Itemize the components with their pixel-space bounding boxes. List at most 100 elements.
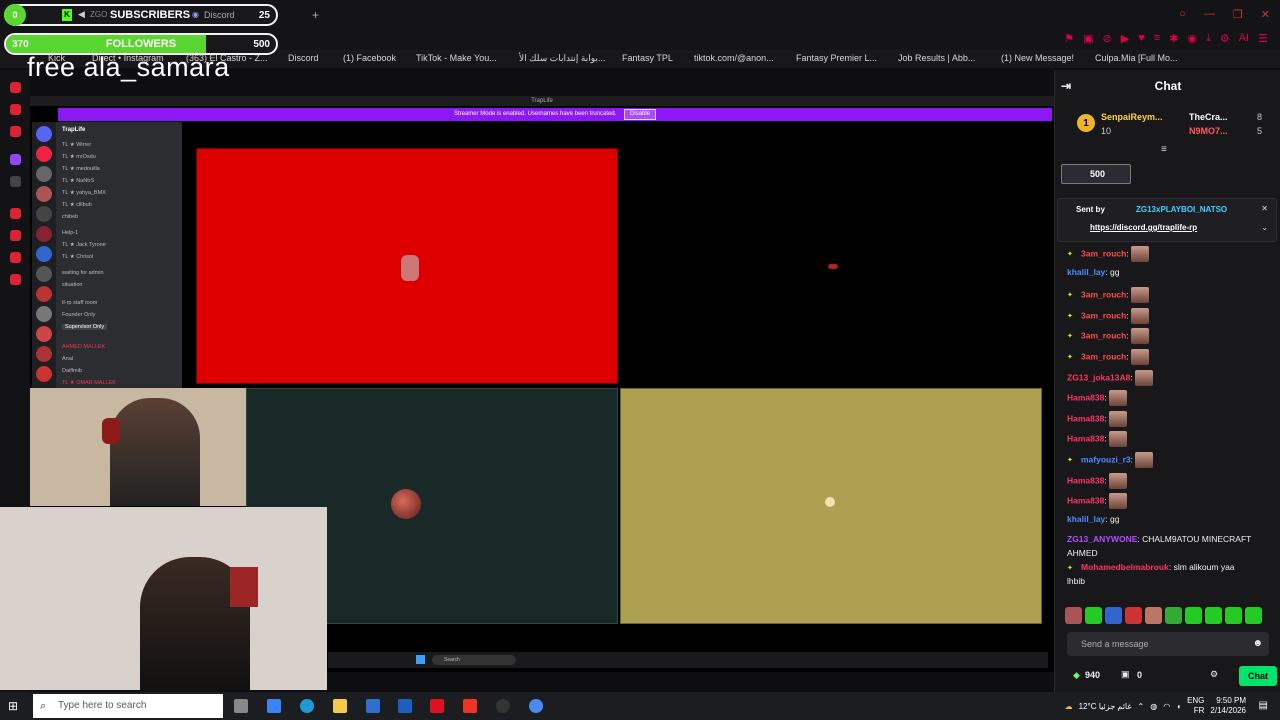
- channel-item[interactable]: Help-1: [62, 230, 78, 236]
- language-indicator[interactable]: ENG FR: [1187, 696, 1204, 716]
- member-item[interactable]: Daiflmib: [62, 368, 82, 374]
- clock[interactable]: 9:50 PM 2/14/2026: [1210, 696, 1246, 716]
- server-avatar[interactable]: [36, 166, 52, 182]
- chat-username[interactable]: khalil_lay: [1067, 267, 1105, 277]
- emote-icon[interactable]: [1065, 607, 1082, 624]
- obs-icon[interactable]: [496, 699, 510, 713]
- member-item[interactable]: AHMED MALLEK: [62, 344, 105, 350]
- x-icon[interactable]: [10, 176, 21, 187]
- leader-name[interactable]: TheCra...: [1189, 112, 1228, 122]
- filter-icon[interactable]: ≡: [1161, 144, 1167, 155]
- bookmark-item[interactable]: Job Results | Abb...: [898, 53, 975, 63]
- profile-icon[interactable]: ◉: [1187, 32, 1197, 45]
- points-count[interactable]: 940: [1085, 670, 1100, 680]
- chat-username[interactable]: Hama838: [1067, 434, 1104, 444]
- chat-username[interactable]: 3am_rouch: [1081, 351, 1126, 361]
- tray-chevron-icon[interactable]: ⌃: [1138, 702, 1145, 711]
- channel-item[interactable]: chibeb: [62, 214, 78, 220]
- channel-item[interactable]: situation: [62, 282, 83, 288]
- channel-item[interactable]: TL ★ Chrisol: [62, 254, 93, 260]
- disable-button[interactable]: Disable: [624, 109, 657, 120]
- history-icon[interactable]: [10, 208, 21, 219]
- weather-text[interactable]: 12°C غائم جزئيا: [1079, 702, 1132, 711]
- chat-username[interactable]: 3am_rouch: [1081, 248, 1126, 258]
- server-avatar[interactable]: [36, 226, 52, 242]
- channel-item[interactable]: TL ★ mrOsdu: [62, 154, 96, 160]
- close-window-icon[interactable]: ✕: [1261, 8, 1270, 21]
- chrome-icon[interactable]: [529, 699, 543, 713]
- chat-username[interactable]: 3am_rouch: [1081, 310, 1126, 320]
- wallet-icon[interactable]: [10, 252, 21, 263]
- restore-icon[interactable]: ❐: [1233, 8, 1243, 21]
- network-icon[interactable]: ◍: [1150, 702, 1157, 711]
- server-avatar[interactable]: [36, 326, 52, 342]
- app-icon[interactable]: [430, 699, 444, 713]
- unpin-icon[interactable]: ✕: [1261, 204, 1268, 213]
- bookmark-item[interactable]: Fantasy TPL: [622, 53, 673, 63]
- menu-icon[interactable]: ≡: [1154, 32, 1160, 45]
- server-avatar[interactable]: [36, 246, 52, 262]
- emote-icon[interactable]: [1205, 607, 1222, 624]
- heart-icon[interactable]: ♥: [1138, 32, 1145, 45]
- channel-item[interactable]: TL ★ Wirrer: [62, 142, 91, 148]
- server-avatar[interactable]: [36, 306, 52, 322]
- server-avatar[interactable]: [36, 366, 52, 382]
- chat-username[interactable]: Hama838: [1067, 475, 1104, 485]
- emote-icon[interactable]: [1245, 607, 1262, 624]
- channel-item[interactable]: TL ★ medouilla: [62, 166, 100, 172]
- store-icon[interactable]: [366, 699, 380, 713]
- settings-icon[interactable]: ⚙: [1220, 32, 1230, 45]
- taskbar-search[interactable]: ⌕ Type here to search: [33, 694, 223, 718]
- chat-username[interactable]: Hama838: [1067, 392, 1104, 402]
- server-avatar[interactable]: [36, 206, 52, 222]
- leader-name[interactable]: SenpaiReym...: [1101, 112, 1163, 122]
- screenshot-icon[interactable]: ▣: [1083, 32, 1093, 45]
- pinned-link[interactable]: https://discord.gg/traplife-rp: [1090, 223, 1197, 232]
- emote-icon[interactable]: [1225, 607, 1242, 624]
- gift-pill[interactable]: 500: [1061, 164, 1131, 184]
- bookmark-item[interactable]: TikTok - Make You...: [416, 53, 497, 63]
- server-avatar[interactable]: [36, 266, 52, 282]
- server-avatar[interactable]: [36, 186, 52, 202]
- chat-username[interactable]: 3am_rouch: [1081, 289, 1126, 299]
- chat-send-button[interactable]: Chat: [1239, 666, 1277, 686]
- chat-username[interactable]: khalil_lay: [1067, 514, 1105, 524]
- edge-icon[interactable]: [300, 699, 314, 713]
- chat-username[interactable]: Mohamedbelmabrouk: [1081, 562, 1169, 572]
- bookmark-item[interactable]: (1) New Message!: [1001, 53, 1074, 63]
- server-avatar[interactable]: [36, 346, 52, 362]
- chat-username[interactable]: Hama838: [1067, 495, 1104, 505]
- block-icon[interactable]: ⊘: [1103, 32, 1112, 45]
- ai-icon[interactable]: AI: [1239, 32, 1249, 45]
- server-avatar[interactable]: [36, 286, 52, 302]
- file-explorer-icon[interactable]: [333, 699, 347, 713]
- server-avatar[interactable]: [36, 146, 52, 162]
- chat-username[interactable]: Hama838: [1067, 413, 1104, 423]
- member-item[interactable]: TL ★ OMAR MALLEK: [62, 380, 116, 386]
- pinned-sender[interactable]: ZG13xPLAYBOI_NATSO: [1136, 205, 1227, 214]
- emote-icon[interactable]: [1105, 607, 1122, 624]
- bookmark-item[interactable]: tiktok.com/@anon...: [694, 53, 774, 63]
- windows-start-icon[interactable]: ⊞: [8, 699, 22, 713]
- chat-username[interactable]: 3am_rouch: [1081, 331, 1126, 341]
- leader-name[interactable]: N9MO7...: [1189, 126, 1228, 136]
- gift-count[interactable]: 0: [1137, 670, 1142, 680]
- volume-icon[interactable]: ◖: [1176, 702, 1181, 711]
- pin-icon[interactable]: ⚑: [1064, 32, 1074, 45]
- instagram-icon[interactable]: [10, 126, 21, 137]
- home-icon[interactable]: [10, 82, 21, 93]
- server-avatar[interactable]: [36, 126, 52, 142]
- channel-item[interactable]: TL ★ NaNtrS: [62, 178, 94, 184]
- emote-icon[interactable]: [1145, 607, 1162, 624]
- channel-item[interactable]: Supervisor Only: [62, 324, 108, 330]
- bookmark-item[interactable]: Discord: [288, 53, 319, 63]
- emoji-picker-icon[interactable]: ☻: [1252, 632, 1263, 656]
- download-icon[interactable]: ⤓: [1206, 32, 1211, 45]
- play-icon[interactable]: ▶: [1121, 32, 1129, 45]
- expand-icon[interactable]: ⌄: [1261, 223, 1268, 232]
- clock-icon[interactable]: [10, 230, 21, 241]
- emote-icon[interactable]: [1125, 607, 1142, 624]
- mail-icon[interactable]: [398, 699, 412, 713]
- collapse-chat-icon[interactable]: ⇥: [1061, 79, 1071, 93]
- emote-icon[interactable]: [1085, 607, 1102, 624]
